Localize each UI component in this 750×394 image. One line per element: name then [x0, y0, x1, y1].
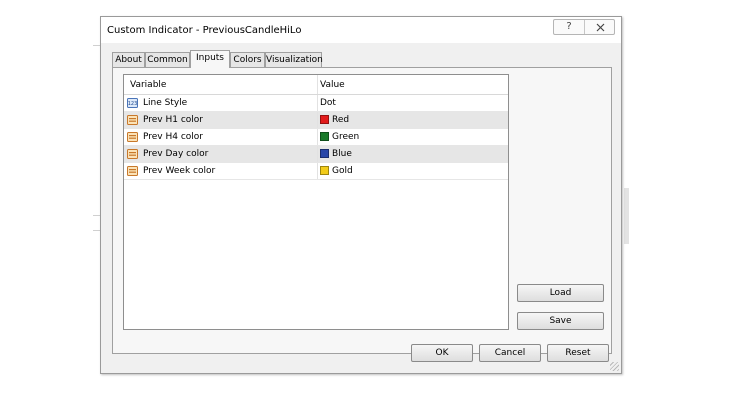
custom-indicator-dialog: Custom Indicator - PreviousCandleHiLo ? … [100, 16, 622, 374]
row-value[interactable]: Dot [320, 98, 336, 108]
close-button[interactable] [585, 20, 615, 34]
column-divider[interactable] [317, 75, 318, 94]
cell-divider [317, 95, 318, 111]
table-row[interactable]: Prev H1 color Red [124, 112, 508, 129]
column-header-value[interactable]: Value [320, 80, 345, 90]
row-variable: Prev H1 color [143, 115, 204, 125]
background-window-fragment [93, 45, 100, 46]
close-icon [596, 23, 604, 32]
cell-divider [317, 163, 318, 179]
row-variable: Prev H4 color [143, 132, 204, 142]
window-title: Custom Indicator - PreviousCandleHiLo [107, 25, 302, 36]
svg-text:123: 123 [128, 101, 138, 107]
column-header-variable[interactable]: Variable [130, 80, 166, 90]
color-param-icon [127, 115, 138, 125]
color-swatch[interactable] [320, 115, 329, 124]
tab-label: Inputs [196, 53, 224, 63]
number-param-icon: 123 [127, 98, 138, 108]
tab-label: Colors [233, 55, 262, 65]
table-row[interactable]: Prev H4 color Green [124, 129, 508, 146]
save-button[interactable]: Save [517, 312, 604, 330]
grid-header: Variable Value [124, 75, 508, 95]
tab-about[interactable]: About [112, 52, 145, 67]
color-param-icon [127, 149, 138, 159]
row-variable: Prev Day color [143, 149, 209, 159]
background-window-fragment [624, 188, 629, 244]
cell-divider [317, 112, 318, 128]
tab-inputs[interactable]: Inputs [190, 50, 230, 68]
help-button[interactable]: ? [554, 20, 585, 34]
tab-common[interactable]: Common [145, 52, 190, 67]
caption-buttons: ? [553, 19, 615, 35]
cancel-button[interactable]: Cancel [479, 344, 541, 362]
row-value[interactable]: Blue [332, 149, 352, 159]
color-swatch[interactable] [320, 149, 329, 158]
color-param-icon [127, 166, 138, 176]
color-swatch[interactable] [320, 132, 329, 141]
cell-divider [317, 129, 318, 145]
row-value[interactable]: Red [332, 115, 349, 125]
inputs-grid[interactable]: Variable Value 123 Line Style Dot Prev H… [123, 74, 509, 330]
background-window-fragment [93, 215, 100, 216]
help-icon: ? [566, 21, 572, 32]
inputs-panel: Variable Value 123 Line Style Dot Prev H… [112, 67, 612, 354]
table-row[interactable]: 123 Line Style Dot [124, 95, 508, 112]
title-bar[interactable]: Custom Indicator - PreviousCandleHiLo ? [101, 17, 621, 43]
tab-colors[interactable]: Colors [230, 52, 265, 67]
reset-button[interactable]: Reset [547, 344, 609, 362]
color-swatch[interactable] [320, 166, 329, 175]
color-param-icon [127, 132, 138, 142]
tab-label: Visualization [266, 55, 323, 65]
resize-grip[interactable] [610, 362, 619, 371]
table-row[interactable]: Prev Week color Gold [124, 163, 508, 180]
ok-button[interactable]: OK [411, 344, 473, 362]
row-variable: Prev Week color [143, 166, 216, 176]
tab-label: About [115, 55, 142, 65]
row-variable: Line Style [143, 98, 188, 108]
tab-label: Common [147, 55, 188, 65]
tab-visualization[interactable]: Visualization [265, 52, 323, 67]
load-button[interactable]: Load [517, 284, 604, 302]
cell-divider [317, 146, 318, 162]
row-value[interactable]: Green [332, 132, 359, 142]
table-row[interactable]: Prev Day color Blue [124, 146, 508, 163]
row-value[interactable]: Gold [332, 166, 353, 176]
background-window-fragment [93, 230, 100, 231]
